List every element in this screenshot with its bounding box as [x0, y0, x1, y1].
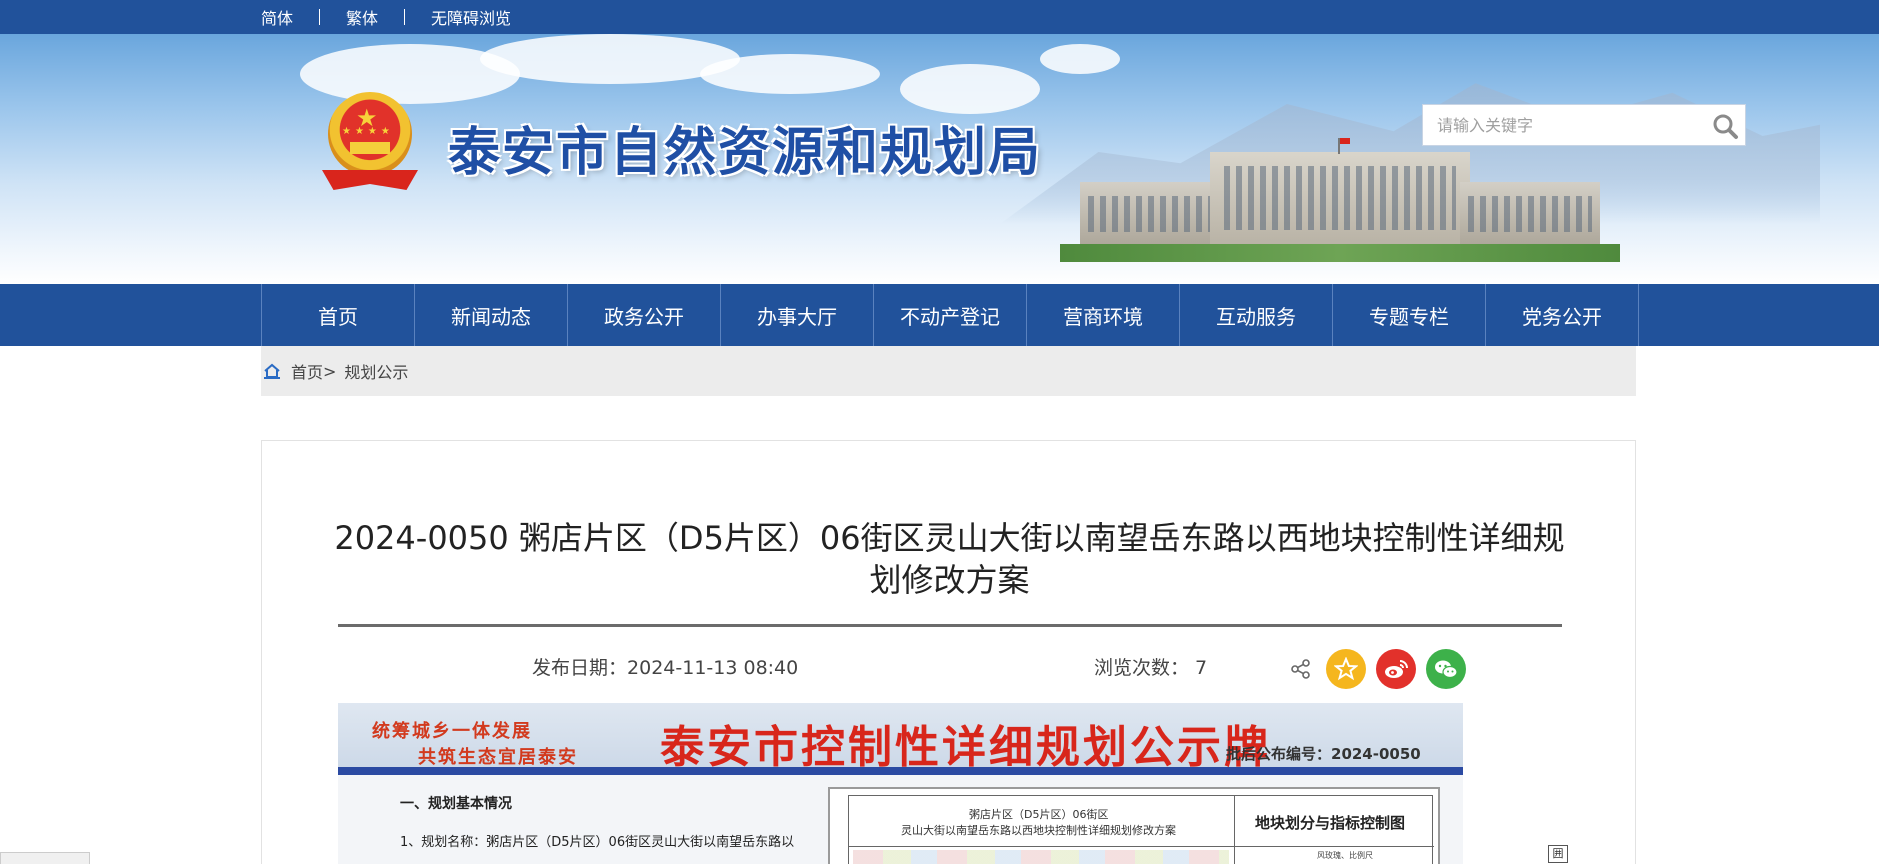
publish-date-label: 发布日期：	[532, 657, 628, 679]
search-input[interactable]	[1423, 105, 1703, 145]
national-emblem-logo: ★ ★★★★	[322, 92, 418, 192]
site-title: 泰安市自然资源和规划局	[448, 122, 1043, 183]
publish-date: 发布日期：2024-11-13 08:40	[532, 653, 798, 680]
nav-item-service-hall[interactable]: 办事大厅	[721, 284, 874, 346]
planning-notice-board-image: 统筹城乡一体发展 共筑生态宜居泰安 泰安市控制性详细规划公示牌 批后公布编号：2…	[338, 703, 1463, 864]
grid-icon[interactable]: 囲	[1548, 845, 1568, 863]
breadcrumb-separator: >	[323, 361, 337, 381]
notice-item-1: 1、规划名称：粥店片区（D5片区）06街区灵山大街以南望岳东路以	[400, 835, 795, 850]
home-icon	[264, 363, 280, 379]
publish-date-value: 2024-11-13 08:40	[627, 657, 799, 679]
article-title: 2024-0050 粥店片区（D5片区）06街区灵山大街以南望岳东路以西地块控制…	[334, 519, 1565, 599]
nav-item-party-affairs[interactable]: 党务公开	[1486, 284, 1639, 346]
map-title-line1: 粥店片区（D5片区）06街区	[969, 808, 1109, 821]
notice-board-title: 泰安市控制性详细规划公示牌	[660, 722, 1271, 773]
divider	[404, 9, 406, 25]
map-legend-title: 地块划分与指标控制图	[1255, 814, 1406, 832]
header-banner: ★ ★★★★ 泰安市自然资源和规划局	[0, 34, 1879, 284]
nav-item-government-affairs[interactable]: 政务公开	[568, 284, 721, 346]
map-small-text: 风玫瑰、比例尺	[1317, 851, 1373, 860]
map-title-line2: 灵山大街以南望岳东路以西地块控制性详细规划修改方案	[901, 824, 1176, 837]
cloud-decoration	[900, 64, 1040, 114]
view-count-label: 浏览次数：	[1094, 657, 1190, 679]
cloud-decoration	[1040, 44, 1120, 74]
divider	[319, 9, 321, 25]
weibo-share-button[interactable]	[1376, 649, 1416, 689]
top-utility-bar: 简体 繁体 无障碍浏览	[0, 0, 1879, 34]
favorite-button[interactable]	[1326, 649, 1366, 689]
cloud-decoration	[700, 54, 880, 94]
map-divider	[1234, 796, 1235, 864]
breadcrumb: 首页 > 规划公示	[261, 346, 1636, 396]
nav-item-interactive-service[interactable]: 互动服务	[1180, 284, 1333, 346]
nav-item-home[interactable]: 首页	[262, 284, 415, 346]
wechat-share-button[interactable]	[1426, 649, 1466, 689]
traditional-chinese-link[interactable]: 繁体	[346, 5, 378, 29]
simplified-chinese-link[interactable]: 简体	[261, 5, 293, 29]
view-count-value: 7	[1195, 657, 1208, 679]
wechat-icon	[1435, 660, 1458, 679]
title-divider	[338, 624, 1562, 627]
language-links: 简体 繁体 无障碍浏览	[261, 0, 511, 34]
nav-list: 首页 新闻动态 政务公开 办事大厅 不动产登记 营商环境 互动服务 专题专栏 党…	[261, 284, 1639, 346]
accessibility-link[interactable]: 无障碍浏览	[431, 5, 511, 29]
map-frame: 粥店片区（D5片区）06街区 灵山大街以南望岳东路以西地块控制性详细规划修改方案…	[848, 795, 1434, 864]
nav-item-real-estate-registration[interactable]: 不动产登记	[874, 284, 1027, 346]
notice-code: 批后公布编号：2024-0050	[1226, 745, 1421, 763]
share-bar	[1290, 649, 1476, 689]
article-container: 2024-0050 粥店片区（D5片区）06街区灵山大街以南望岳东路以西地块控制…	[261, 440, 1636, 864]
favorite-icon	[1334, 657, 1358, 681]
search-icon	[1713, 114, 1738, 139]
view-count: 浏览次数： 7	[1094, 653, 1207, 680]
zoning-map-panel: 粥店片区（D5片区）06街区 灵山大街以南望岳东路以西地块控制性详细规划修改方案…	[828, 787, 1440, 864]
nav-item-news[interactable]: 新闻动态	[415, 284, 568, 346]
notice-slogan-line2: 共筑生态宜居泰安	[418, 747, 578, 768]
government-building-image	[1060, 138, 1620, 262]
breadcrumb-home-link[interactable]: 首页	[291, 359, 323, 383]
weibo-icon	[1385, 660, 1408, 678]
breadcrumb-current[interactable]: 规划公示	[344, 359, 408, 383]
search-button[interactable]	[1711, 112, 1739, 140]
share-icon[interactable]	[1290, 658, 1312, 680]
notice-section-heading: 一、规划基本情况	[400, 796, 512, 812]
map-divider	[849, 846, 1434, 847]
bottom-floating-tab[interactable]	[0, 852, 90, 864]
nav-item-special-column[interactable]: 专题专栏	[1333, 284, 1486, 346]
nav-item-business-environment[interactable]: 营商环境	[1027, 284, 1180, 346]
notice-slogan-line1: 统筹城乡一体发展	[372, 721, 532, 742]
search-box	[1422, 104, 1746, 146]
notice-stripe	[338, 767, 1463, 775]
map-plots	[853, 850, 1229, 864]
main-nav: 首页 新闻动态 政务公开 办事大厅 不动产登记 营商环境 互动服务 专题专栏 党…	[0, 284, 1879, 346]
side-tools: 囲	[1548, 845, 1582, 863]
